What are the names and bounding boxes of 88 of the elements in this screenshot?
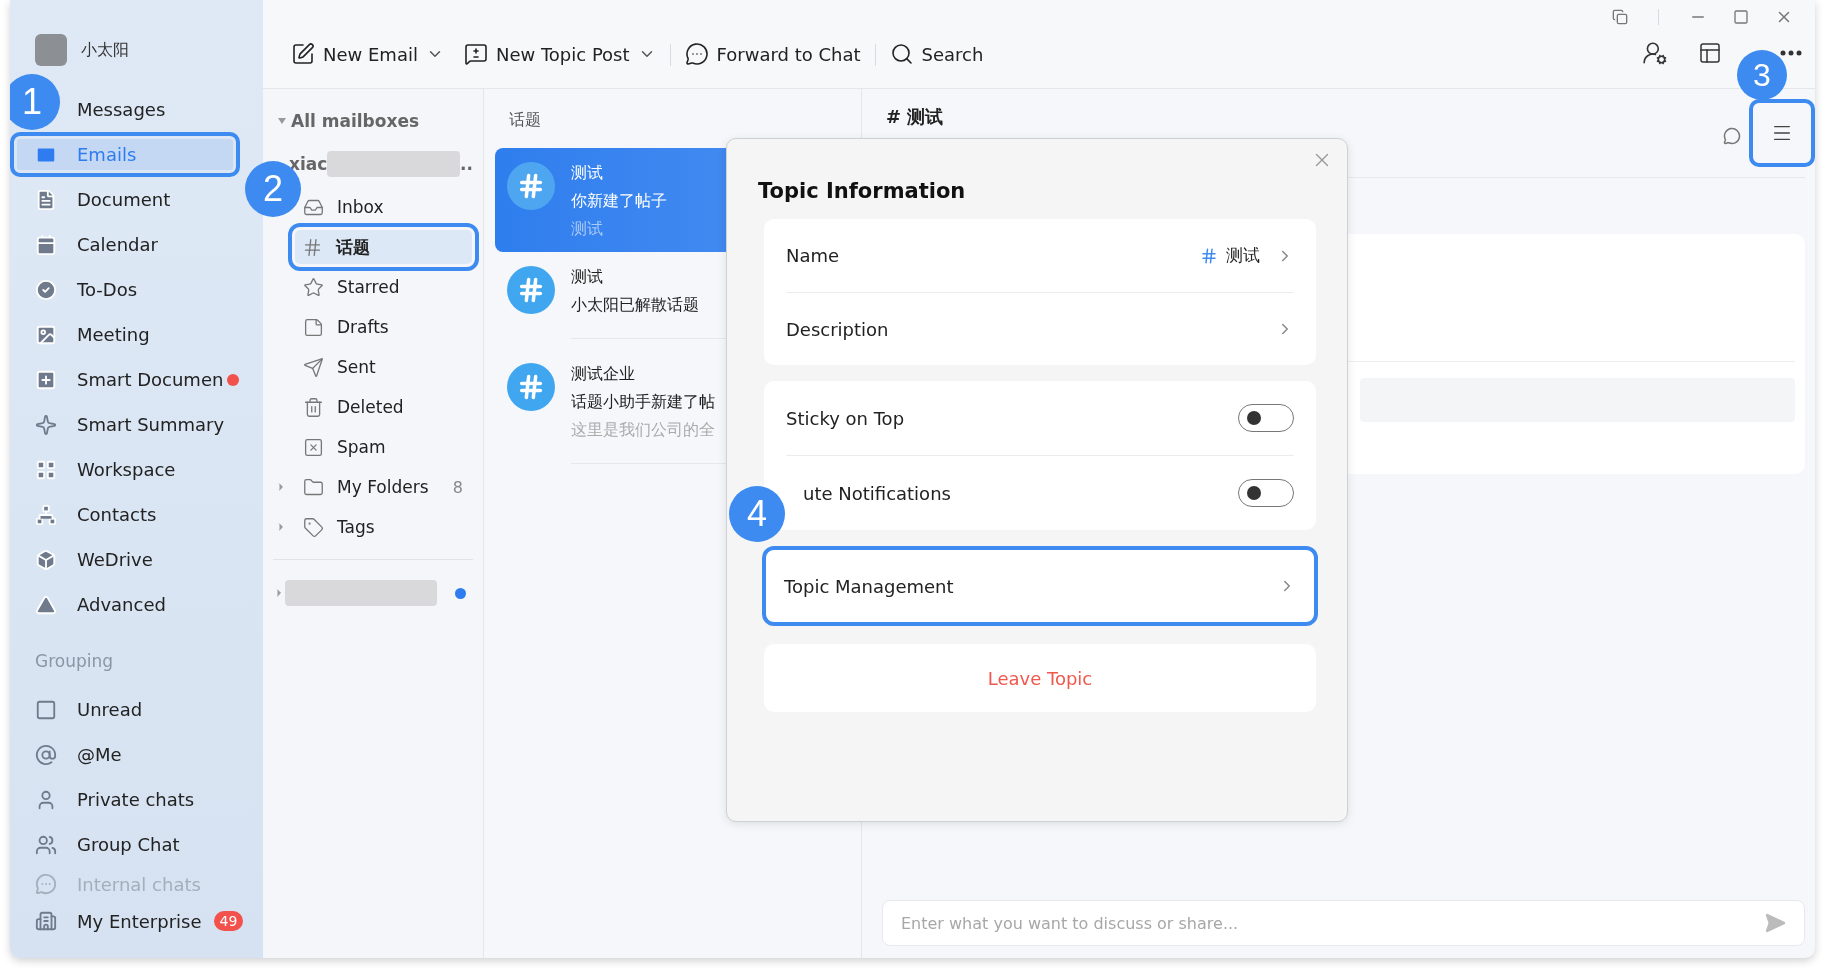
count-badge: 49 — [213, 911, 244, 931]
layout-icon[interactable] — [1698, 41, 1722, 65]
nav-icon — [35, 698, 57, 721]
folder-item[interactable]: Sent — [303, 356, 376, 378]
sidebar-item[interactable]: Document — [35, 188, 171, 211]
topic-avatar — [507, 266, 555, 314]
sidebar-item[interactable]: Advanced — [35, 593, 166, 616]
toggle-switch[interactable] — [1238, 479, 1294, 507]
section-heading: Grouping — [35, 650, 114, 673]
restore-icon[interactable] — [1612, 9, 1628, 25]
forward-button[interactable]: Forward to Chat — [674, 42, 871, 66]
folder-icon — [303, 356, 324, 378]
send-icon[interactable] — [1764, 912, 1786, 934]
avatar-photo-placeholder[interactable] — [35, 34, 67, 66]
folder-item[interactable]: Inbox — [303, 196, 384, 218]
sidebar-item[interactable]: Private chats — [35, 777, 195, 822]
step-marker: 4 — [729, 486, 785, 542]
folder-item[interactable]: My Folders — [303, 476, 429, 498]
sidebar-item[interactable]: Calendar — [35, 233, 158, 256]
topic-avatar — [507, 363, 555, 411]
topic-name: 测试 — [1226, 244, 1260, 267]
nav-icon — [35, 593, 57, 616]
sidebar-item[interactable]: Unread — [35, 687, 143, 732]
account-name: .. — [460, 154, 473, 174]
folder-item[interactable]: Starred — [303, 276, 400, 298]
user-settings-icon[interactable] — [1642, 40, 1668, 66]
folder-icon — [302, 236, 323, 258]
topic-avatar — [507, 162, 555, 210]
sidebar-item[interactable]: Workspace — [35, 458, 176, 481]
nav-icon — [35, 188, 57, 211]
list-heading: 话题 — [509, 108, 541, 131]
setting-label[interactable]: Description — [786, 318, 889, 340]
user-name: 小太阳 — [81, 39, 129, 61]
setting-label: Sticky on Top — [786, 407, 905, 429]
folder-item[interactable]: Deleted — [303, 396, 404, 418]
folder-icon — [303, 396, 324, 418]
folder-item[interactable]: Spam — [303, 436, 386, 458]
nav-icon — [35, 413, 57, 436]
sidebar-item[interactable]: Meeting — [35, 323, 150, 346]
sidebar-item[interactable]: My Enterprise 49 — [35, 901, 244, 941]
sidebar-item[interactable]: To-Dos — [35, 278, 138, 301]
compose-button[interactable]: New Email — [281, 42, 454, 66]
more-icon[interactable] — [1780, 50, 1802, 56]
chat-bubble-icon — [684, 42, 709, 66]
sidebar-item[interactable]: Smart Documen — [35, 368, 240, 391]
nav-icon — [35, 323, 57, 346]
account-name: xiac — [289, 154, 328, 174]
nav-icon — [35, 743, 57, 766]
folder-icon — [303, 436, 324, 458]
folder-icon — [303, 316, 324, 338]
folder-count: 8 — [452, 477, 463, 497]
sidebar-item[interactable]: @Me — [35, 732, 122, 777]
nav-icon — [35, 278, 57, 301]
setting-label: ute Notifications — [803, 482, 951, 504]
sidebar-item[interactable]: Smart Summary — [35, 413, 225, 436]
compose-icon — [291, 42, 315, 66]
folder-item[interactable]: Tags — [303, 516, 375, 538]
folder-icon — [303, 476, 324, 498]
toggle-switch[interactable] — [1238, 404, 1294, 432]
search-button[interactable]: Search — [879, 42, 994, 66]
folder-item[interactable]: 话题 — [288, 223, 479, 271]
step-marker: 1 — [10, 74, 60, 130]
folder-icon — [303, 516, 324, 538]
search-icon — [889, 42, 914, 66]
nav-icon — [35, 873, 57, 895]
folder-icon — [303, 276, 324, 298]
nav-icon — [35, 368, 57, 391]
mailbox-heading[interactable]: All mailboxes — [273, 101, 420, 141]
nav-icon — [35, 503, 57, 526]
nav-icon — [35, 833, 57, 856]
conversation-title: # 测试 — [886, 105, 944, 129]
folder-item[interactable]: Drafts — [303, 316, 389, 338]
sidebar-item[interactable]: Contacts — [35, 503, 157, 526]
nav-icon — [35, 233, 57, 256]
chat-icon[interactable] — [1723, 127, 1741, 145]
nav-icon — [35, 458, 57, 481]
sidebar-item[interactable]: Group Chat — [35, 822, 180, 867]
new-topic-button[interactable]: New Topic Post — [453, 42, 666, 66]
maximize-icon[interactable] — [1733, 9, 1749, 25]
hash-icon — [1200, 246, 1218, 265]
sidebar-item[interactable]: Messages — [77, 99, 166, 120]
building-icon — [35, 910, 57, 932]
unread-dot — [455, 587, 466, 599]
menu-button[interactable] — [1749, 99, 1815, 167]
caret-icon — [277, 117, 287, 125]
nav-icon — [35, 548, 57, 571]
sidebar-item[interactable]: WeDrive — [35, 548, 153, 571]
topic-management-row[interactable]: Topic Management — [762, 546, 1318, 626]
